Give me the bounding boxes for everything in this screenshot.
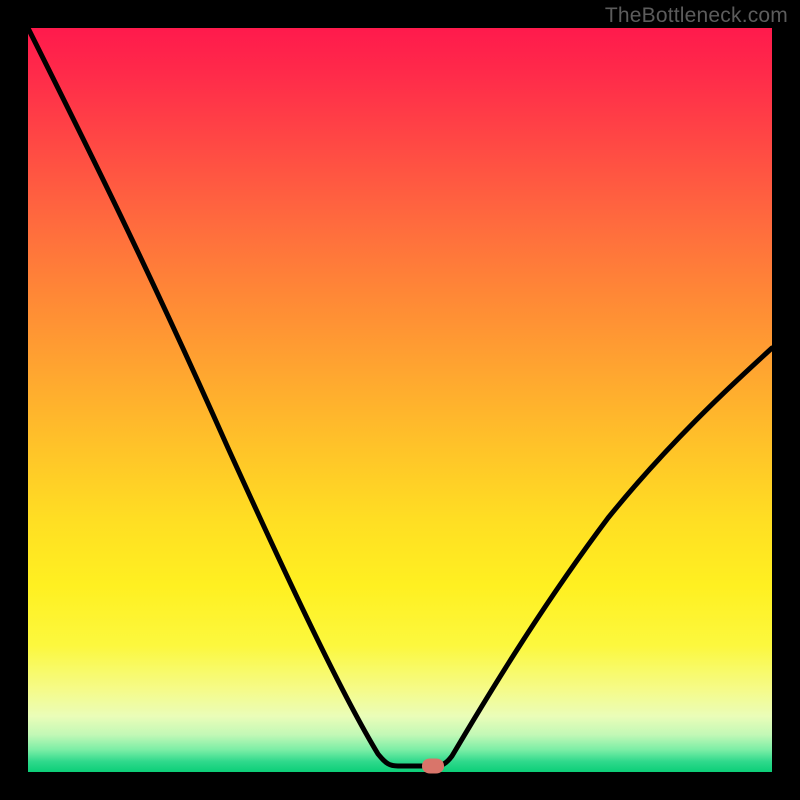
curve-path	[28, 28, 772, 766]
bottleneck-marker	[422, 759, 444, 774]
watermark-text: TheBottleneck.com	[605, 4, 788, 28]
bottleneck-curve	[28, 28, 772, 772]
plot-area	[28, 28, 772, 772]
chart-container: TheBottleneck.com	[0, 0, 800, 800]
